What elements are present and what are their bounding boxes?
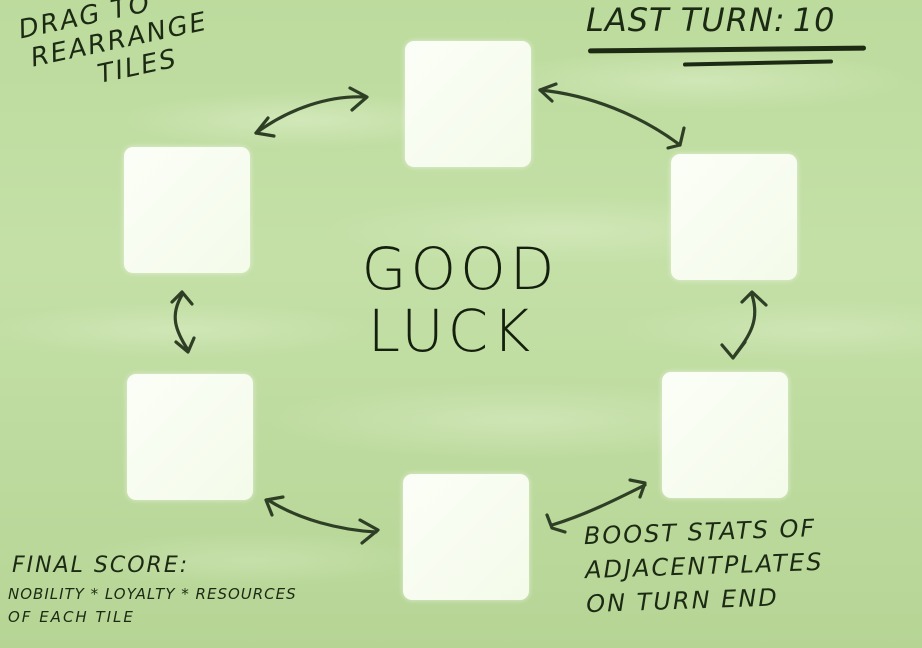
game-board: GOOD LUCK LAST TURN: 10 DRAG TO REARRANG… bbox=[0, 0, 922, 648]
tile-lower-left[interactable] bbox=[127, 374, 253, 500]
double-arrow-icon bbox=[170, 290, 196, 354]
tile-upper-left[interactable] bbox=[124, 147, 250, 273]
tile-top[interactable] bbox=[405, 41, 531, 167]
tile-lower-right[interactable] bbox=[662, 372, 788, 498]
score-hint: FINAL SCORE: NOBILITY * LOYALTY * RESOUR… bbox=[8, 555, 297, 625]
double-arrow-icon bbox=[264, 495, 380, 545]
last-turn-indicator: LAST TURN: 10 bbox=[586, 4, 835, 36]
double-arrow-icon bbox=[538, 82, 686, 150]
boost-hint: BOOST STATS OF ADJACENTPLATES ON TURN EN… bbox=[583, 511, 825, 621]
last-turn-label: LAST TURN: bbox=[586, 1, 786, 39]
double-arrow-icon bbox=[720, 290, 768, 360]
drag-hint: DRAG TO REARRANGE TILES bbox=[16, 0, 217, 104]
message-line-2: LUCK bbox=[367, 297, 535, 365]
message-line-1: GOOD bbox=[361, 235, 559, 303]
score-formula: NOBILITY * LOYALTY * RESOURCES bbox=[8, 585, 297, 603]
double-arrow-icon bbox=[254, 86, 369, 138]
score-suffix: OF EACH TILE bbox=[8, 608, 135, 626]
score-title: FINAL SCORE: bbox=[12, 553, 190, 578]
boost-hint-line: ON TURN END bbox=[585, 583, 780, 619]
tile-upper-right[interactable] bbox=[671, 154, 797, 280]
underline-stroke bbox=[587, 45, 867, 54]
underline-stroke bbox=[682, 59, 834, 67]
tile-bottom[interactable] bbox=[403, 474, 529, 600]
last-turn-value: 10 bbox=[792, 1, 836, 39]
good-luck-message: GOOD LUCK bbox=[330, 238, 590, 362]
